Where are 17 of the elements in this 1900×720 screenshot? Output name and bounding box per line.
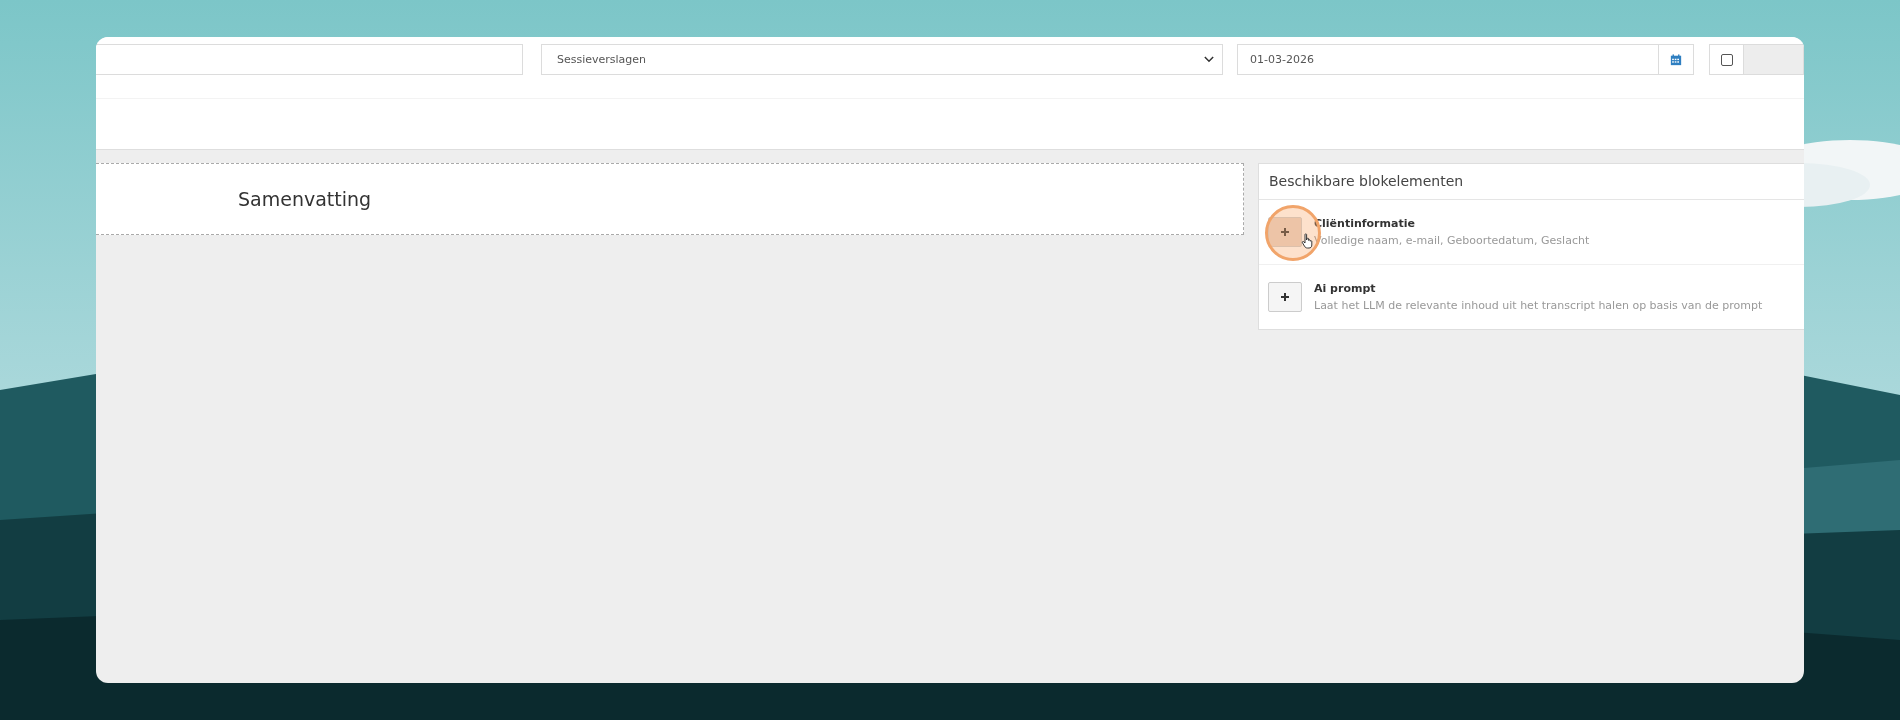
hand-cursor-icon (1301, 233, 1313, 249)
type-select[interactable]: Sessieverslagen (540, 44, 1223, 75)
date-field[interactable]: 01-03-2026 (1237, 44, 1659, 75)
template-block[interactable]: Samenvatting (96, 163, 1244, 235)
input-field[interactable] (1744, 44, 1804, 75)
add-button[interactable] (1268, 282, 1302, 312)
plus-icon (1280, 227, 1290, 237)
chevron-down-icon (1204, 56, 1214, 63)
calendar-button[interactable] (1659, 44, 1694, 75)
input-field[interactable] (96, 44, 523, 75)
plus-icon (1280, 292, 1290, 302)
calendar-icon (1670, 53, 1682, 66)
panel-title: Beschikbare blokelementen (1259, 164, 1804, 200)
checkbox[interactable] (1720, 53, 1733, 66)
block-name: Ai prompt (1314, 282, 1377, 295)
block-title: Samenvatting (238, 188, 372, 210)
block-description: Laat het LLM de relevante inhoud uit het transcript halen op basis van de prompt (1314, 299, 1763, 312)
